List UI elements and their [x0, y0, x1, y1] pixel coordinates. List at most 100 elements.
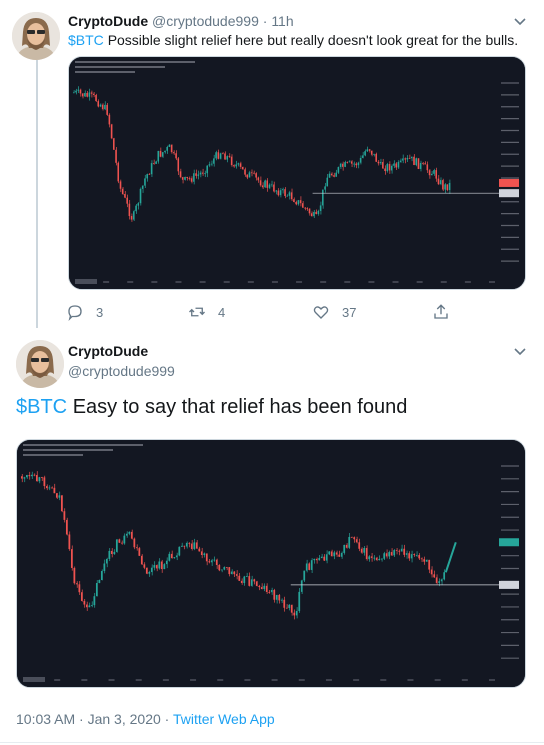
candle-body	[137, 203, 140, 206]
candle-body	[293, 199, 295, 203]
candle-body	[153, 163, 155, 164]
tweet-2-header: CryptoDude @cryptodude999	[68, 342, 175, 380]
candle-body	[95, 94, 97, 102]
candle-body	[158, 561, 161, 569]
tweet-1[interactable]: CryptoDude @cryptodude999 · 11h $BTC Pos…	[0, 0, 544, 330]
candle-body	[270, 184, 273, 186]
handle[interactable]: @cryptodude999	[68, 362, 175, 380]
candle-body	[210, 560, 213, 563]
display-name[interactable]: CryptoDude	[68, 13, 148, 29]
candle-body	[293, 612, 296, 616]
chevron-down-icon[interactable]	[512, 13, 528, 29]
retweet-count: 4	[218, 304, 226, 320]
cashtag-link[interactable]: $BTC	[68, 32, 104, 48]
candle-body	[186, 176, 188, 179]
candle-body	[299, 200, 302, 204]
candle-body	[118, 539, 121, 543]
candle-body	[433, 574, 436, 578]
chart-info-line	[23, 449, 113, 451]
candle-body	[84, 93, 86, 97]
candle-body	[83, 600, 86, 605]
candle-body	[425, 559, 428, 562]
cashtag-link[interactable]: $BTC	[16, 396, 67, 418]
retweet-button[interactable]: 4	[188, 302, 225, 322]
candle-body	[363, 548, 366, 553]
candle-body	[428, 559, 431, 570]
candle-body	[215, 559, 218, 565]
display-name[interactable]: CryptoDude	[68, 342, 175, 360]
candle-body	[150, 567, 153, 572]
like-count: 37	[342, 304, 357, 320]
candle-body	[104, 104, 106, 110]
candle-body	[380, 558, 383, 560]
avatar[interactable]	[12, 12, 60, 60]
like-button[interactable]: 37	[312, 302, 356, 322]
candle-body	[213, 559, 216, 561]
candle-body	[235, 574, 238, 576]
source-link[interactable]: Twitter Web App	[173, 711, 275, 727]
candle-body	[384, 168, 386, 172]
candle-body	[99, 104, 102, 107]
candle-body	[108, 550, 111, 559]
candle-body	[184, 176, 186, 180]
candle-body	[285, 607, 288, 609]
candle-body	[398, 550, 401, 552]
candle-body	[206, 165, 208, 174]
candle-body	[103, 563, 106, 572]
candle-body	[115, 149, 117, 163]
candle-body	[224, 153, 226, 160]
handle[interactable]: @cryptodude999	[152, 13, 259, 29]
candle-body	[119, 181, 122, 189]
chart-image-1[interactable]	[68, 56, 526, 290]
candle-body	[79, 89, 82, 94]
candle-body	[250, 172, 253, 174]
chart-background	[69, 57, 525, 289]
candle-body	[320, 556, 323, 559]
candle-body	[157, 150, 160, 162]
candle-body	[313, 558, 316, 561]
candle-body	[263, 585, 266, 590]
candle-body	[190, 178, 193, 182]
time-ago[interactable]: 11h	[271, 13, 293, 29]
candle-body	[63, 511, 66, 520]
candle-body	[342, 163, 344, 167]
share-button[interactable]	[432, 302, 462, 322]
candle-body	[318, 558, 321, 561]
candle-body	[435, 577, 438, 583]
chevron-down-icon[interactable]	[512, 343, 528, 359]
candle-body	[85, 604, 88, 608]
tweet-1-header: CryptoDude @cryptodude999 · 11h	[68, 12, 294, 30]
candle-body	[288, 192, 291, 196]
candle-body	[233, 571, 236, 575]
chart-image-2[interactable]	[16, 439, 526, 688]
candle-body	[163, 564, 166, 570]
candle-body	[58, 495, 61, 498]
candle-body	[230, 156, 233, 166]
candle-body	[230, 571, 233, 575]
tweet-2-metadata: 10:03 AM · Jan 3, 2020 · Twitter Web App	[16, 710, 275, 728]
reply-button[interactable]: 3	[66, 302, 103, 322]
candle-body	[388, 552, 391, 557]
candle-body	[110, 550, 113, 555]
candle-body	[357, 162, 360, 166]
candle-body	[366, 149, 369, 152]
tweet-1-text: $BTC Possible slight relief here but rea…	[68, 31, 518, 49]
candle-body	[165, 560, 168, 565]
candle-body	[166, 146, 168, 151]
candle-body	[28, 475, 31, 477]
timestamp[interactable]: 10:03 AM · Jan 3, 2020	[16, 711, 161, 727]
candle-body	[430, 569, 433, 575]
candle-body	[220, 569, 223, 571]
candle-body	[375, 557, 378, 561]
avatar[interactable]	[16, 340, 64, 388]
candle-body	[355, 163, 357, 166]
candle-body	[355, 539, 358, 543]
candle-body	[346, 162, 349, 163]
chart-info-line	[23, 454, 83, 456]
candle-body	[442, 180, 444, 190]
candle-body	[185, 542, 188, 547]
candle-body	[30, 474, 33, 477]
candle-body	[188, 178, 191, 179]
candle-body	[379, 162, 382, 164]
candle-body	[110, 124, 113, 139]
